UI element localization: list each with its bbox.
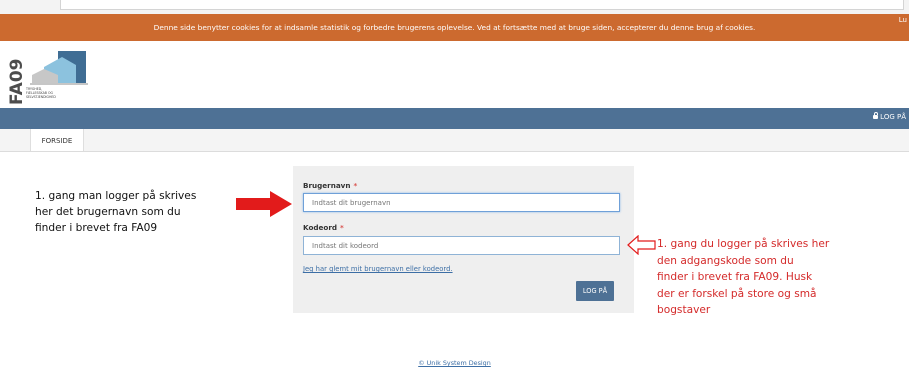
top-navbar: LOG PÅ <box>0 108 909 129</box>
address-bar-edge <box>60 0 904 10</box>
login-panel: Brugernavn* Kodeord* Jeg har glemt mit b… <box>293 166 634 313</box>
red-arrow-right-icon <box>236 191 292 217</box>
username-input[interactable] <box>303 193 620 212</box>
forgot-credentials-link[interactable]: Jeg har glemt mit brugernavn eller kodeo… <box>303 265 453 273</box>
logo-tagline: TRYGHED, FÆLLESSKAB OG SELVSTÆNDIGHED <box>26 87 86 99</box>
annotation-line: her det brugernavn som du <box>35 206 181 218</box>
username-label-text: Brugernavn <box>303 181 351 190</box>
required-marker: * <box>340 223 344 232</box>
password-input[interactable] <box>303 236 620 255</box>
password-label-text: Kodeord <box>303 223 338 232</box>
cookie-banner-text: Denne side benytter cookies for at indsa… <box>153 23 756 32</box>
annotation-line: finder i brevet fra FA09 <box>35 222 158 234</box>
red-outline-arrow-left-icon <box>627 235 656 255</box>
cookie-banner: Denne side benytter cookies for at indsa… <box>0 14 909 41</box>
annotation-line: bogstaver <box>657 304 711 316</box>
tab-forside[interactable]: FORSIDE <box>30 129 84 151</box>
navbar-login-link[interactable]: LOG PÅ <box>873 112 906 121</box>
annotation-line: finder i brevet fra FA09. Husk <box>657 271 813 283</box>
annotation-line: 1. gang du logger på skrives her <box>657 238 830 250</box>
username-label: Brugernavn * <box>303 181 357 190</box>
annotation-line: 1. gang man logger på skrives <box>35 190 197 202</box>
annotation-line: den adgangskode som du <box>657 254 794 267</box>
logo-tagline-line: SELVSTÆNDIGHED <box>26 95 56 99</box>
annotation-username-note: 1. gang man logger på skrives her det br… <box>35 188 235 236</box>
required-marker: * <box>353 181 358 190</box>
login-button[interactable]: LOG PÅ <box>576 281 614 301</box>
logo-wordmark: FA09 <box>7 59 27 105</box>
annotation-password-note: 1. gang du logger på skrives her den adg… <box>657 236 902 319</box>
tab-strip: FORSIDE <box>0 129 909 152</box>
password-label: Kodeord * <box>303 223 344 232</box>
lock-icon <box>873 112 879 119</box>
annotation-line: der er forskel på store og små <box>657 287 817 300</box>
browser-top-strip <box>0 0 909 14</box>
cookie-banner-cut-text[interactable]: Lu <box>899 14 907 34</box>
footer-copyright-link[interactable]: © Unik System Design <box>0 359 909 367</box>
navbar-login-label: LOG PÅ <box>880 113 906 121</box>
